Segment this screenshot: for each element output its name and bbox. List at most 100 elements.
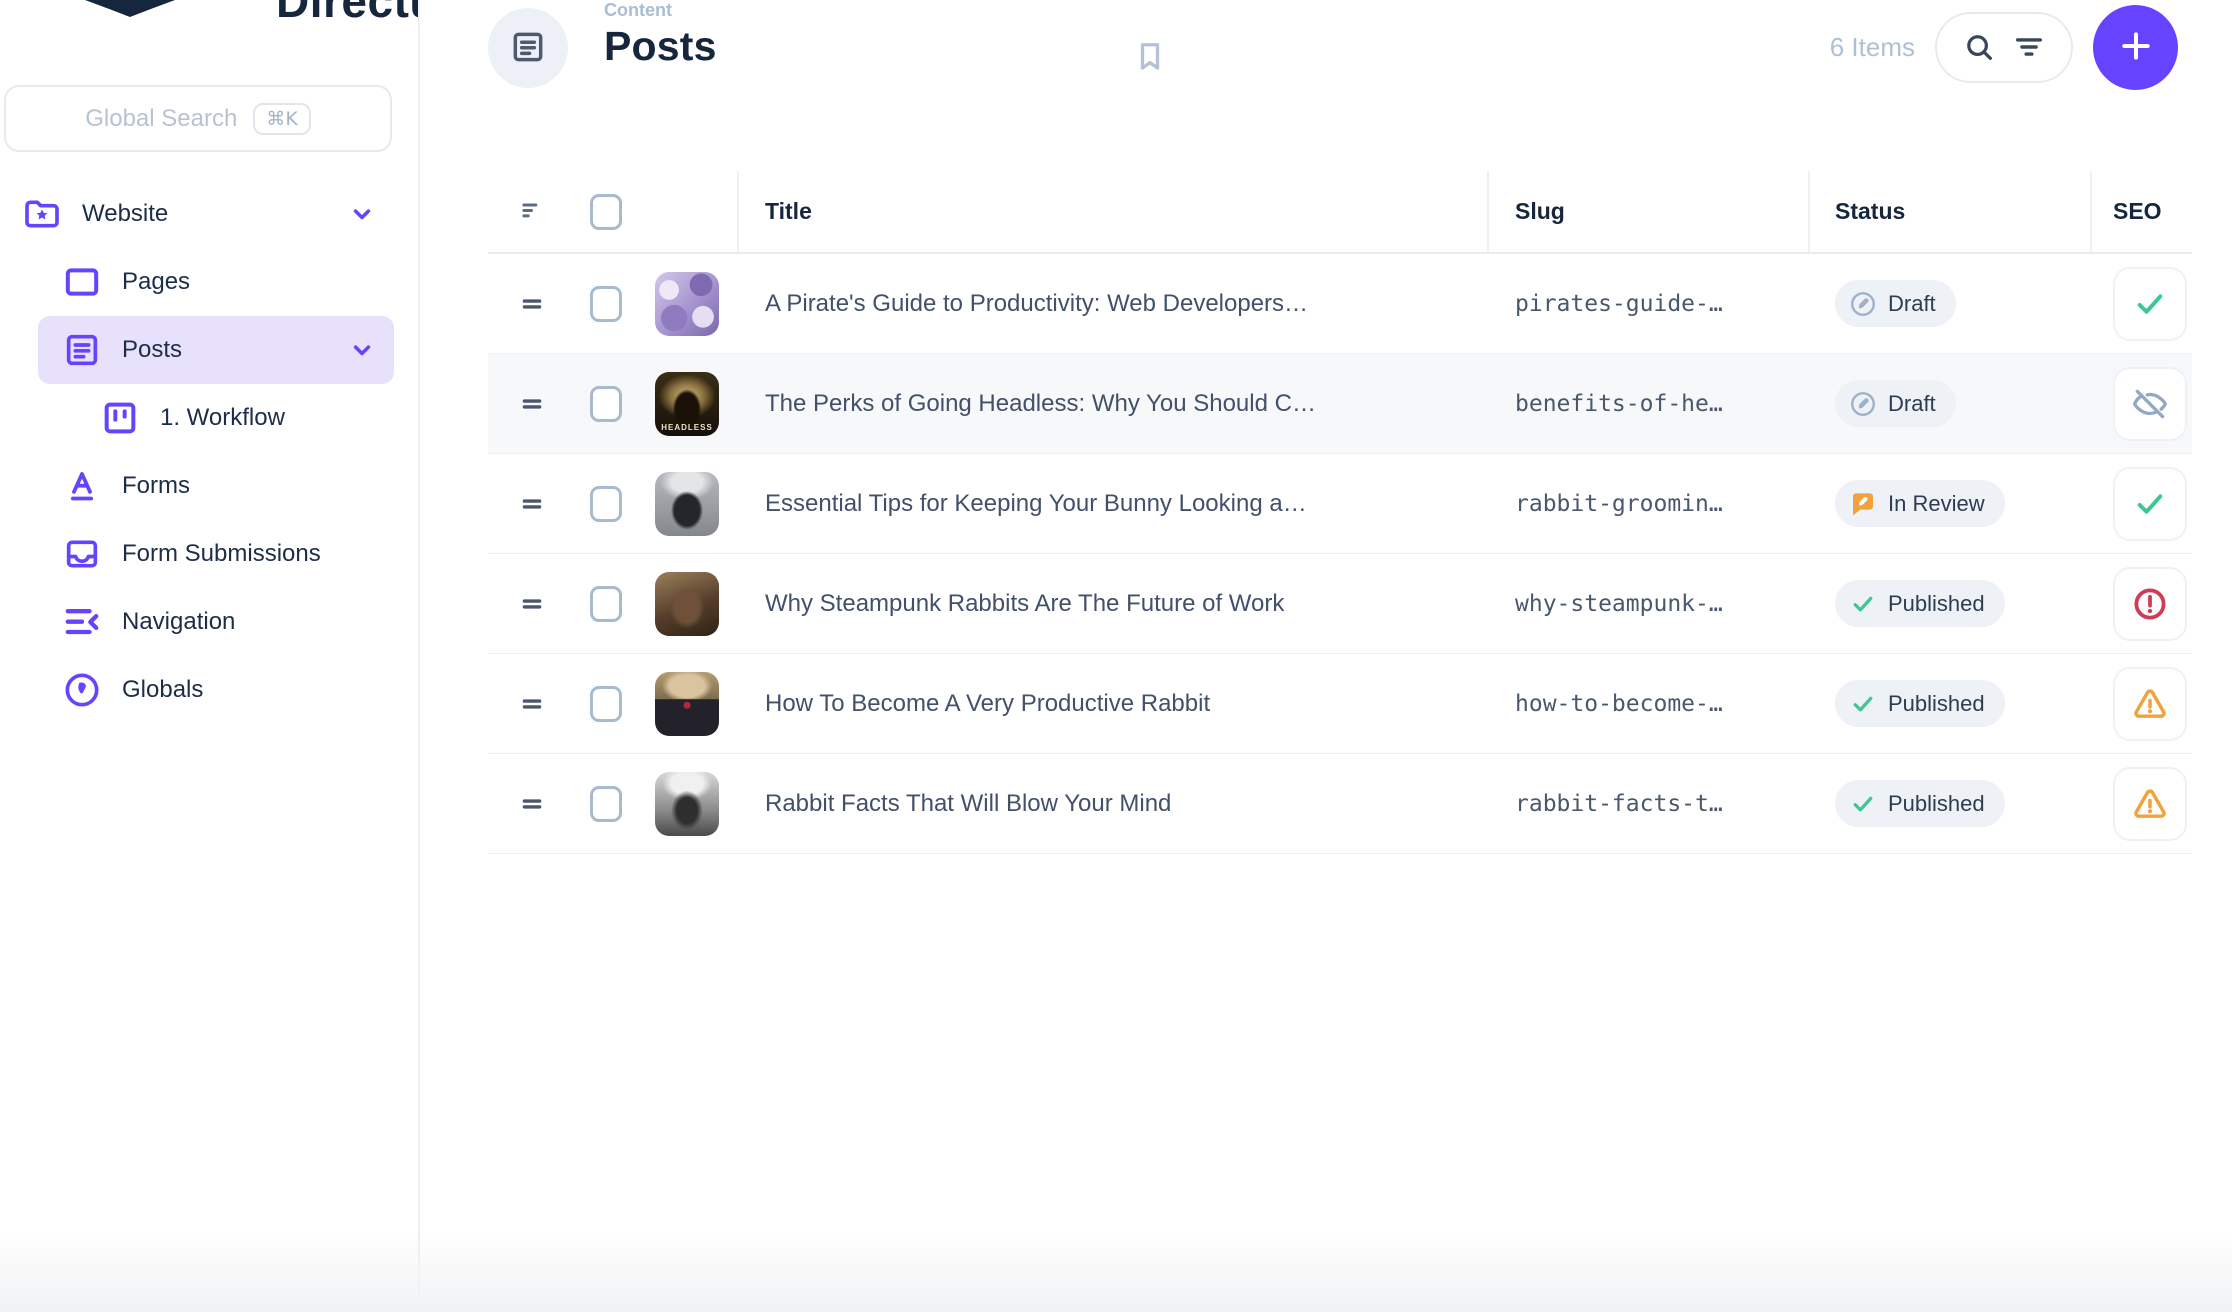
sidebar-item-label: Navigation bbox=[122, 608, 376, 636]
chevron-down-icon[interactable] bbox=[348, 200, 376, 228]
drag-handle-icon[interactable] bbox=[518, 291, 546, 317]
app-title: Directus bbox=[276, 0, 418, 18]
sidebar-item-label: Form Submissions bbox=[122, 540, 376, 568]
row-checkbox[interactable] bbox=[590, 286, 622, 322]
post-slug: rabbit-facts-t… bbox=[1515, 791, 1723, 817]
app-logo[interactable]: Directus bbox=[0, 0, 418, 18]
drag-handle-icon[interactable] bbox=[518, 691, 546, 717]
published-check-icon bbox=[1848, 589, 1878, 619]
sidebar-item-globals[interactable]: Globals bbox=[38, 656, 394, 724]
post-thumbnail bbox=[655, 672, 719, 736]
table-row[interactable]: How To Become A Very Productive Rabbitho… bbox=[488, 654, 2192, 754]
main-content: Content Posts 6 Items Title bbox=[420, 0, 2232, 1312]
sidebar-item-posts[interactable]: Posts bbox=[38, 316, 394, 384]
sidebar-nav: Website Pages Posts1. Workflow Forms Form Su… bbox=[0, 180, 418, 724]
sidebar-item-label: Website bbox=[82, 200, 348, 228]
status-label: Published bbox=[1888, 591, 1985, 617]
sidebar-item-forms[interactable]: Forms bbox=[38, 452, 394, 520]
select-all-checkbox[interactable] bbox=[590, 194, 622, 230]
published-check-icon bbox=[1848, 789, 1878, 819]
status-badge: Draft bbox=[1835, 280, 1956, 327]
table-row[interactable]: Why Steampunk Rabbits Are The Future of … bbox=[488, 554, 2192, 654]
table-header-row: Title Slug Status SEO bbox=[488, 171, 2192, 254]
search-icon[interactable] bbox=[1962, 30, 1996, 64]
seo-status-button[interactable] bbox=[2113, 467, 2187, 541]
drag-handle-icon[interactable] bbox=[518, 591, 546, 617]
global-search-input[interactable]: Global Search ⌘K bbox=[4, 85, 392, 152]
seo-status-button[interactable] bbox=[2113, 667, 2187, 741]
post-slug: why-steampunk-… bbox=[1515, 591, 1723, 617]
column-header-title[interactable]: Title bbox=[737, 171, 1487, 252]
article-icon bbox=[509, 28, 547, 69]
table-row[interactable]: HEADLESS The Perks of Going Headless: Why… bbox=[488, 354, 2192, 454]
row-checkbox[interactable] bbox=[590, 686, 622, 722]
search-filter-group bbox=[1935, 12, 2073, 83]
post-thumbnail bbox=[655, 472, 719, 536]
post-title: Why Steampunk Rabbits Are The Future of … bbox=[765, 590, 1284, 618]
post-slug: rabbit-groomin… bbox=[1515, 491, 1723, 517]
directus-logo-icon bbox=[85, 0, 175, 17]
thumbnail-text: HEADLESS bbox=[655, 423, 719, 432]
inbox-icon bbox=[62, 534, 102, 574]
status-badge: Published bbox=[1835, 780, 2005, 827]
table-row[interactable]: Essential Tips for Keeping Your Bunny Lo… bbox=[488, 454, 2192, 554]
table-row[interactable]: A Pirate's Guide to Productivity: Web De… bbox=[488, 254, 2192, 354]
warning-triangle-icon bbox=[2131, 785, 2169, 823]
header-actions: 6 Items bbox=[1830, 4, 2178, 90]
drag-handle-icon[interactable] bbox=[518, 491, 546, 517]
column-header-slug[interactable]: Slug bbox=[1487, 171, 1808, 252]
search-shortcut-badge: ⌘K bbox=[253, 103, 310, 135]
post-title: Essential Tips for Keeping Your Bunny Lo… bbox=[765, 490, 1307, 518]
post-slug: how-to-become-… bbox=[1515, 691, 1723, 717]
filter-icon[interactable] bbox=[2012, 30, 2046, 64]
status-badge: Published bbox=[1835, 680, 2005, 727]
row-checkbox[interactable] bbox=[590, 586, 622, 622]
post-thumbnail bbox=[655, 272, 719, 336]
plus-icon bbox=[2116, 26, 2156, 69]
post-title: A Pirate's Guide to Productivity: Web De… bbox=[765, 290, 1308, 318]
globe-icon bbox=[62, 670, 102, 710]
sidebar-item-pages[interactable]: Pages bbox=[38, 248, 394, 316]
drag-handle-icon[interactable] bbox=[518, 791, 546, 817]
sidebar-item-website[interactable]: Website bbox=[0, 180, 394, 248]
kanban-icon bbox=[100, 398, 140, 438]
page-header: Content Posts 6 Items bbox=[488, 0, 2232, 130]
post-title: The Perks of Going Headless: Why You Sho… bbox=[765, 390, 1316, 418]
seo-status-button[interactable] bbox=[2113, 367, 2187, 441]
letter-a-icon bbox=[62, 466, 102, 506]
post-thumbnail bbox=[655, 572, 719, 636]
sidebar-item-label: Forms bbox=[122, 472, 376, 500]
status-label: In Review bbox=[1888, 491, 1985, 517]
row-checkbox[interactable] bbox=[590, 386, 622, 422]
seo-status-button[interactable] bbox=[2113, 567, 2187, 641]
row-checkbox[interactable] bbox=[590, 786, 622, 822]
review-icon bbox=[1848, 489, 1878, 519]
seo-status-button[interactable] bbox=[2113, 767, 2187, 841]
sidebar-item-label: Pages bbox=[122, 268, 376, 296]
column-header-status[interactable]: Status bbox=[1808, 171, 2090, 252]
chevron-down-icon[interactable] bbox=[348, 336, 376, 364]
status-badge: In Review bbox=[1835, 480, 2005, 527]
status-badge: Published bbox=[1835, 580, 2005, 627]
column-header-seo[interactable]: SEO bbox=[2090, 171, 2192, 252]
sidebar-item-form-submissions[interactable]: Form Submissions bbox=[38, 520, 394, 588]
items-count: 6 Items bbox=[1830, 32, 1915, 63]
post-thumbnail: HEADLESS bbox=[655, 372, 719, 436]
breadcrumb[interactable]: Content bbox=[604, 0, 717, 21]
collection-icon-button[interactable] bbox=[488, 8, 568, 88]
bookmark-icon[interactable] bbox=[1132, 38, 1168, 74]
post-slug: benefits-of-he… bbox=[1515, 391, 1723, 417]
post-title: Rabbit Facts That Will Blow Your Mind bbox=[765, 790, 1171, 818]
sidebar-item-1-workflow[interactable]: 1. Workflow bbox=[38, 384, 394, 452]
table-row[interactable]: Rabbit Facts That Will Blow Your Mind rab… bbox=[488, 754, 2192, 854]
sort-icon[interactable] bbox=[518, 198, 546, 226]
row-checkbox[interactable] bbox=[590, 486, 622, 522]
title-block: Content Posts bbox=[604, 0, 717, 70]
post-thumbnail bbox=[655, 772, 719, 836]
sidebar-item-navigation[interactable]: Navigation bbox=[38, 588, 394, 656]
drag-handle-icon[interactable] bbox=[518, 391, 546, 417]
seo-status-button[interactable] bbox=[2113, 267, 2187, 341]
status-label: Draft bbox=[1888, 391, 1936, 417]
posts-table: Title Slug Status SEO A Pirate's Guide t… bbox=[488, 171, 2192, 854]
add-item-button[interactable] bbox=[2093, 5, 2178, 90]
